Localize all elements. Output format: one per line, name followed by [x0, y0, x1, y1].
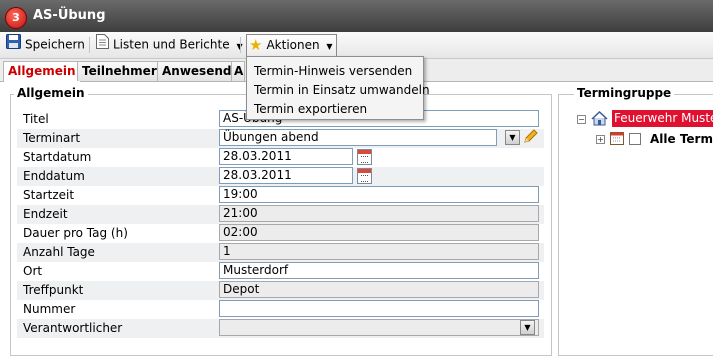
start-time-input[interactable]: 19:00: [219, 186, 539, 203]
field-label: Enddatum: [23, 169, 85, 183]
toolbar: Speichern Listen und Berichte ▼ ★Aktione…: [0, 32, 713, 59]
field-label: Terminart: [23, 131, 81, 145]
tree-child-item[interactable]: Alle Termine: [650, 132, 713, 146]
general-legend: Allgemein: [14, 86, 88, 100]
toolbar-divider: [240, 37, 241, 53]
actions-button-label: Aktionen: [266, 38, 320, 52]
calendar-folder-icon: [610, 131, 624, 148]
actions-dropdown-menu: Termin-Hinweis versenden Termin in Einsa…: [246, 56, 430, 120]
chevron-down-icon[interactable]: ▼: [520, 320, 535, 335]
field-label: Anzahl Tage: [23, 245, 95, 259]
window-title: AS-Übung: [33, 8, 106, 23]
save-button[interactable]: Speichern: [6, 34, 85, 55]
field-label: Startdatum: [23, 150, 92, 164]
responsible-select[interactable]: [219, 319, 539, 336]
duration-input[interactable]: 02:00: [219, 224, 539, 241]
field-row-endzeit: Endzeit 21:00: [17, 205, 544, 224]
tab-anwesend[interactable]: Anwesend: [157, 61, 237, 81]
field-label: Dauer pro Tag (h): [23, 226, 128, 240]
expand-icon[interactable]: +: [596, 135, 605, 144]
termingruppe-legend: Termingruppe: [574, 86, 675, 100]
field-label: Endzeit: [23, 207, 68, 221]
number-input[interactable]: [219, 300, 539, 317]
floppy-disk-icon: [6, 34, 21, 56]
field-row-startzeit: Startzeit 19:00: [17, 186, 544, 205]
document-icon: [96, 34, 109, 56]
field-label: Ort: [23, 264, 43, 278]
pencil-edit-icon[interactable]: [522, 129, 538, 148]
field-label: Treffpunkt: [23, 283, 84, 297]
field-label: Startzeit: [23, 188, 75, 202]
tab-teilnehmer[interactable]: Teilnehmer: [77, 61, 162, 81]
field-label: Titel: [23, 112, 49, 126]
field-row-anzahl-tage: Anzahl Tage 1: [17, 243, 544, 262]
field-label: Verantwortlicher: [23, 321, 123, 335]
window-titlebar: 3 AS-Übung: [0, 0, 713, 32]
calendar-icon[interactable]: [357, 168, 372, 184]
home-icon: [591, 110, 608, 129]
field-label: Nummer: [23, 302, 76, 316]
day-count-input[interactable]: 1: [219, 243, 539, 260]
tree-root-item[interactable]: Feuerwehr Musterdorf: [612, 110, 713, 127]
field-row-ort: Ort Musterdorf: [17, 262, 544, 281]
collapse-icon[interactable]: −: [577, 115, 586, 124]
start-date-input[interactable]: 28.03.2011: [219, 148, 353, 165]
end-time-input[interactable]: 21:00: [219, 205, 539, 222]
tab-more[interactable]: A: [231, 61, 245, 81]
field-row-enddatum: Enddatum 28.03.2011: [17, 167, 544, 186]
tab-allgemein[interactable]: Allgemein: [3, 61, 81, 82]
field-row-startdatum: Startdatum 28.03.2011: [17, 148, 544, 167]
meeting-point-input[interactable]: Depot: [219, 281, 539, 298]
menu-item-convert-to-operation[interactable]: Termin in Einsatz umwandeln: [254, 83, 430, 97]
field-row-nummer: Nummer: [17, 300, 544, 319]
actions-button[interactable]: ★ Aktionen ▼: [246, 34, 337, 57]
chevron-down-icon[interactable]: ▼: [505, 130, 520, 145]
field-row-treffpunkt: Treffpunkt Depot: [17, 281, 544, 300]
menu-item-export[interactable]: Termin exportieren: [254, 102, 367, 116]
lists-reports-button[interactable]: Listen und Berichte ▼: [96, 34, 243, 55]
toolbar-divider: [89, 37, 90, 53]
save-button-label: Speichern: [25, 37, 85, 52]
lists-reports-label: Listen und Berichte: [113, 37, 230, 52]
chevron-down-icon: ▼: [326, 42, 333, 51]
group-checkbox[interactable]: [629, 133, 641, 145]
location-input[interactable]: Musterdorf: [219, 262, 539, 279]
end-date-input[interactable]: 28.03.2011: [219, 167, 353, 184]
field-row-dauer: Dauer pro Tag (h) 02:00: [17, 224, 544, 243]
star-icon: ★: [249, 36, 263, 54]
field-row-verantwortlicher: Verantwortlicher ▼: [17, 319, 544, 338]
field-row-terminart: Terminart Übungen abend ▼: [17, 129, 544, 148]
calendar-icon[interactable]: [357, 149, 372, 165]
app-logo-icon: 3: [5, 7, 27, 29]
menu-item-send-notice[interactable]: Termin-Hinweis versenden: [254, 64, 412, 78]
terminart-select[interactable]: Übungen abend: [219, 129, 497, 146]
